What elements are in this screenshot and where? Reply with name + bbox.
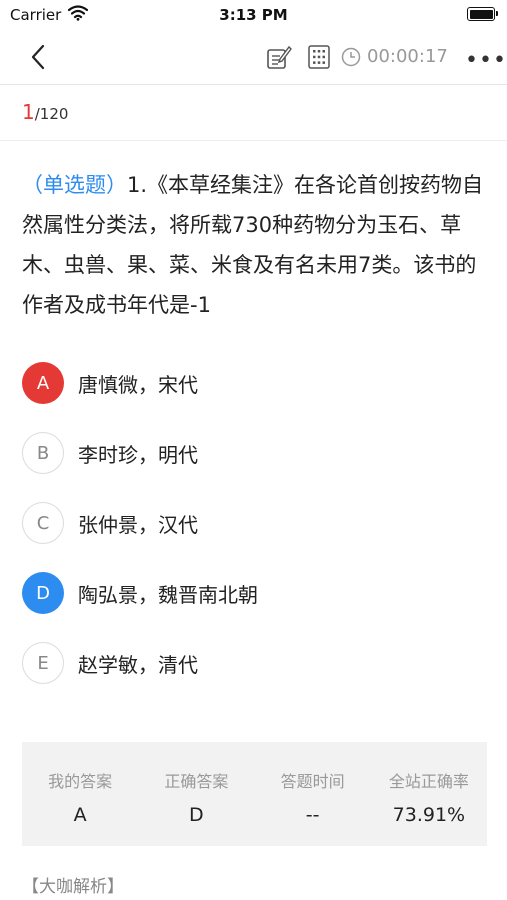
- option-letter-badge: A: [22, 362, 64, 404]
- option-letter-badge: C: [22, 502, 64, 544]
- stat-correct-answer: 正确答案 D: [138, 742, 254, 846]
- stat-site-accuracy: 全站正确率 73.91%: [371, 742, 487, 846]
- status-bar: Carrier 3:13 PM: [0, 0, 507, 30]
- option-letter-badge: D: [22, 572, 64, 614]
- option-text: 赵学敏，清代: [78, 652, 198, 677]
- answer-sheet-grid-icon[interactable]: [308, 45, 330, 73]
- stat-my-answer: 我的答案 A: [22, 742, 138, 846]
- status-time: 3:13 PM: [219, 6, 288, 24]
- timer-value: 00:00:17: [367, 46, 448, 67]
- option-text: 张仲景，汉代: [78, 512, 198, 537]
- battery-icon: [467, 7, 498, 21]
- current-question-number: 1: [22, 100, 35, 124]
- option-text: 陶弘景，魏晋南北朝: [78, 582, 258, 607]
- stat-value: A: [73, 804, 87, 826]
- option-letter-badge: E: [22, 642, 64, 684]
- nav-bar: 00:00:17 •••: [0, 32, 507, 85]
- option-a[interactable]: A 唐慎微，宋代: [22, 348, 487, 418]
- stat-label: 我的答案: [48, 772, 113, 791]
- analysis-heading: 【大咖解析】: [22, 877, 124, 897]
- back-chevron-icon[interactable]: [30, 44, 46, 74]
- option-text: 李时珍，明代: [78, 442, 198, 467]
- stat-value: 73.91%: [392, 804, 466, 826]
- stat-label: 答题时间: [280, 772, 345, 791]
- option-text: 唐慎微，宋代: [78, 372, 198, 397]
- option-e[interactable]: E 赵学敏，清代: [22, 628, 487, 698]
- stat-answer-time: 答题时间 --: [255, 742, 371, 846]
- option-d[interactable]: D 陶弘景，魏晋南北朝: [22, 558, 487, 628]
- timer: 00:00:17: [341, 46, 448, 67]
- more-icon[interactable]: •••: [465, 48, 507, 73]
- edit-note-icon[interactable]: [266, 44, 292, 74]
- options-list: A 唐慎微，宋代 B 李时珍，明代 C 张仲景，汉代 D 陶弘景，魏晋南北朝 E…: [22, 348, 487, 698]
- option-c[interactable]: C 张仲景，汉代: [22, 488, 487, 558]
- divider: [0, 140, 507, 141]
- stat-value: --: [305, 804, 320, 826]
- option-letter-badge: B: [22, 432, 64, 474]
- option-b[interactable]: B 李时珍，明代: [22, 418, 487, 488]
- stat-label: 全站正确率: [388, 772, 469, 791]
- stat-value: D: [189, 804, 204, 826]
- stat-label: 正确答案: [164, 772, 229, 791]
- question-progress: 1/120: [22, 100, 68, 124]
- answer-stats-panel: 我的答案 A 正确答案 D 答题时间 -- 全站正确率 73.91%: [22, 742, 487, 846]
- total-questions: /120: [34, 105, 69, 123]
- clock-icon: [341, 47, 361, 66]
- question-type-label: （单选题）: [22, 173, 127, 197]
- question-stem: （单选题）1.《本草经集注》在各论首创按药物自然属性分类法，将所载730种药物分…: [22, 165, 492, 325]
